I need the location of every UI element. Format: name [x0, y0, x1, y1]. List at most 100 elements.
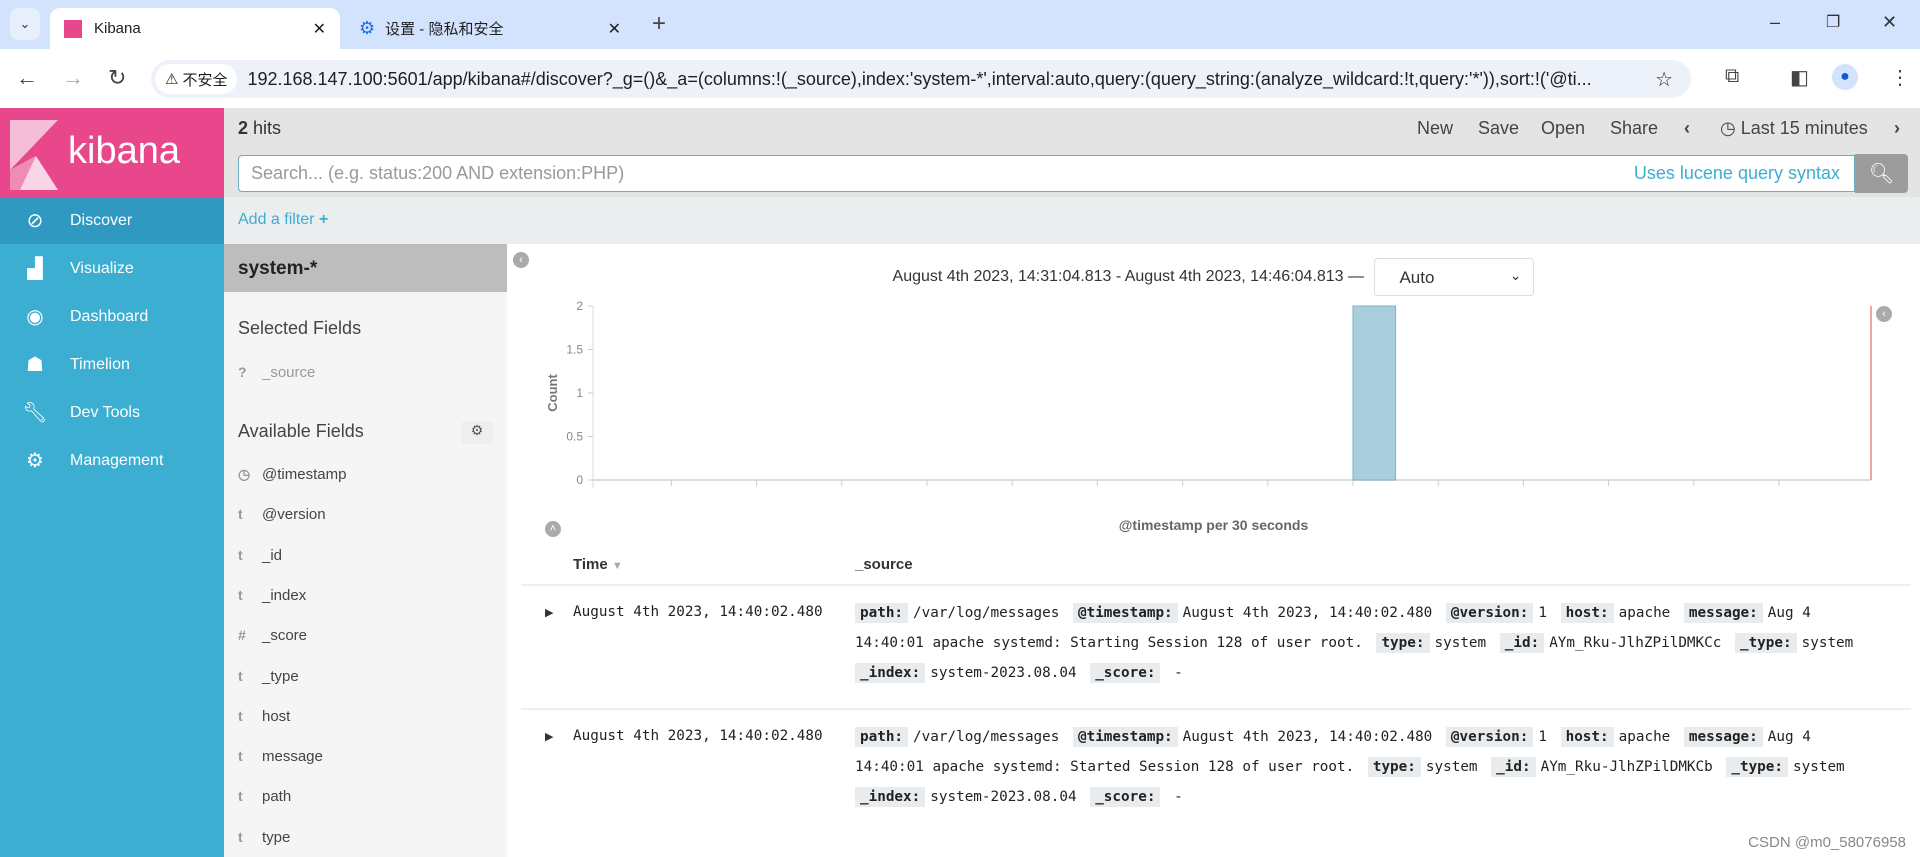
x-tick-label: 14:39:00: [1244, 493, 1291, 494]
sidebar-item-discover[interactable]: ⊘ Discover: [0, 197, 224, 244]
expand-row-icon[interactable]: ▶: [545, 606, 553, 619]
tab-title: 设置 - 隐私和安全: [385, 21, 504, 38]
source-key: _id:: [1491, 757, 1536, 777]
source-value: system-2023.08.04: [930, 665, 1077, 681]
collapse-chart-icon[interactable]: ˄: [545, 521, 561, 537]
field-name: _index: [262, 586, 307, 604]
x-tick-label: 14:44:00: [1670, 493, 1717, 494]
source-key: _index:: [855, 787, 926, 807]
profile-avatar[interactable]: ●: [1832, 64, 1858, 90]
source-value: system: [1793, 759, 1845, 775]
source-key: _score:: [1090, 787, 1161, 807]
source-key: _type:: [1734, 633, 1797, 653]
sidebar-item-dashboard[interactable]: ◉ Dashboard: [0, 293, 224, 340]
sidebar-item-management[interactable]: ⚙ Management: [0, 437, 224, 484]
field-item[interactable]: ◷ @timestamp: [238, 466, 346, 483]
back-icon[interactable]: ←: [16, 65, 38, 91]
save-button[interactable]: Save: [1478, 118, 1519, 139]
field-settings-gear-icon[interactable]: ⚙: [461, 422, 493, 444]
star-icon[interactable]: ☆: [1655, 67, 1673, 92]
date-range-header: August 4th 2023, 14:31:04.813 - August 4…: [507, 258, 1920, 296]
tab-kibana[interactable]: Kibana ✕: [50, 8, 340, 49]
reload-icon[interactable]: ↻: [108, 65, 126, 91]
time-range-label: Last 15 minutes: [1740, 118, 1868, 138]
close-icon[interactable]: ✕: [313, 19, 326, 39]
field-type-icon: t: [238, 586, 243, 603]
field-item[interactable]: t path: [238, 788, 291, 805]
kibana-logo[interactable]: kibana: [0, 108, 224, 197]
source-value: 1: [1538, 605, 1547, 621]
kibana-sidebar: kibana ⊘ Discover ▟ Visualize ◉ Dashboard ☗ Tim…: [0, 108, 224, 857]
maximize-button[interactable]: ❐: [1826, 12, 1840, 32]
add-filter-button[interactable]: Add a filter +: [238, 211, 328, 229]
chevron-left-icon[interactable]: ‹: [1684, 118, 1690, 139]
collapse-chart-side-icon[interactable]: ‹: [1876, 306, 1892, 322]
share-button[interactable]: Share: [1610, 118, 1658, 139]
field-item[interactable]: t _type: [238, 668, 299, 685]
sort-down-icon[interactable]: ▼: [612, 560, 623, 572]
y-tick-label: 0.5: [566, 430, 583, 444]
histogram-chart[interactable]: 0 0.5 1 1.5 2 14:32:00 14:33:00 14:34:00 14:35:0…: [507, 294, 1920, 494]
warning-icon: ⚠: [165, 71, 179, 88]
chevron-right-icon[interactable]: ›: [1894, 118, 1900, 139]
source-value: -: [1165, 789, 1183, 805]
field-item[interactable]: t host: [238, 708, 290, 725]
index-pattern-title[interactable]: system-*: [224, 244, 507, 292]
window-close-button[interactable]: ✕: [1882, 12, 1897, 33]
source-key: _score:: [1090, 663, 1161, 683]
omnibox[interactable]: ⚠ 不安全 192.168.147.100:5601/app/kibana#/di…: [151, 60, 1691, 98]
source-key: @version:: [1445, 603, 1534, 623]
url-text[interactable]: 192.168.147.100:5601/app/kibana#/discove…: [247, 69, 1637, 90]
source-key: path:: [855, 727, 909, 747]
sidebar-item-dev-tools[interactable]: 🔧︎ Dev Tools: [0, 389, 224, 436]
forward-icon[interactable]: →: [62, 65, 84, 91]
extensions-icon[interactable]: ⧉: [1725, 65, 1739, 88]
new-tab-button[interactable]: +: [652, 10, 666, 38]
hits-label: hits: [253, 118, 282, 138]
lucene-syntax-link[interactable]: Uses lucene query syntax: [1634, 163, 1840, 184]
minimize-button[interactable]: –: [1770, 12, 1780, 33]
field-item[interactable]: t @version: [238, 506, 326, 523]
menu-icon[interactable]: ⋮: [1890, 65, 1910, 90]
field-item[interactable]: t message: [238, 748, 323, 765]
sidebar-item-timelion[interactable]: ☗ Timelion: [0, 341, 224, 388]
add-filter-label: Add a filter: [238, 211, 315, 228]
x-tick-label: 14:36:00: [989, 493, 1036, 494]
source-value: system: [1434, 635, 1487, 651]
field-name: _source: [262, 364, 316, 381]
tab-settings[interactable]: ⚙ 设置 - 隐私和安全 ✕: [345, 8, 635, 49]
time-column-header[interactable]: Time ▼: [573, 556, 623, 573]
source-key: _id:: [1499, 633, 1545, 653]
search-placeholder: Search... (e.g. status:200 AND extension…: [251, 163, 625, 183]
sidebar-item-label: Dashboard: [70, 307, 149, 325]
security-indicator[interactable]: ⚠ 不安全: [155, 64, 238, 94]
header-divider: [521, 584, 1911, 586]
search-input[interactable]: Search... (e.g. status:200 AND extension…: [238, 155, 1855, 192]
source-key: message:: [1683, 603, 1763, 623]
new-button[interactable]: New: [1417, 118, 1453, 139]
security-label: 不安全: [182, 71, 228, 89]
field-item[interactable]: t type: [238, 829, 290, 846]
x-tick-label: 14:35:00: [904, 493, 951, 494]
tab-search-button[interactable]: ⌄: [10, 8, 40, 40]
interval-select[interactable]: Auto ⌄: [1374, 258, 1535, 296]
field-item[interactable]: # _score: [238, 627, 307, 644]
search-button[interactable]: 🔍︎: [1855, 154, 1908, 193]
y-tick-label: 1.5: [566, 343, 583, 357]
time-picker[interactable]: ◷ Last 15 minutes: [1720, 118, 1868, 139]
side-panel-icon[interactable]: ◧: [1790, 65, 1809, 90]
field-item[interactable]: t _index: [238, 587, 306, 604]
field-sidebar: system-* Selected Fields ? _source Availa…: [224, 244, 507, 857]
expand-row-icon[interactable]: ▶: [545, 730, 553, 743]
field-item[interactable]: t _id: [238, 547, 282, 564]
source-value: /var/log/messages: [913, 605, 1060, 621]
source-value: system: [1425, 759, 1478, 775]
search-icon: 🔍︎: [1868, 163, 1895, 185]
open-button[interactable]: Open: [1541, 118, 1585, 139]
source-key: type:: [1367, 757, 1421, 777]
close-icon[interactable]: ✕: [608, 19, 621, 39]
source-value: apache: [1618, 605, 1671, 621]
field-item[interactable]: ? _source: [238, 364, 315, 381]
field-name: host: [262, 707, 291, 725]
sidebar-item-visualize[interactable]: ▟ Visualize: [0, 245, 224, 292]
